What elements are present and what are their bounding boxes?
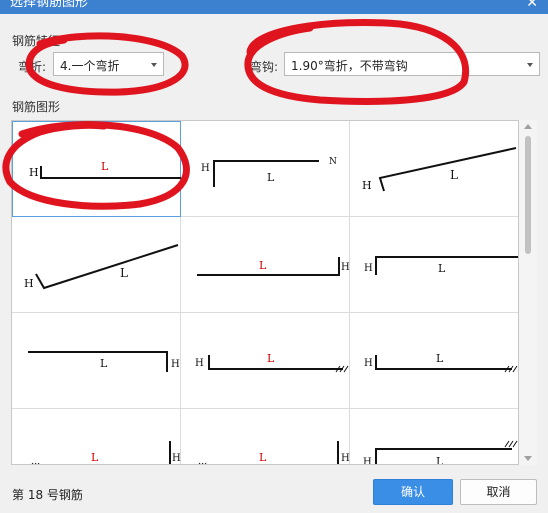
svg-text:H: H [364,358,373,369]
shape-cell[interactable]: H L [350,313,518,409]
rebar-shape-icon: H L [364,256,518,275]
hook-label: 弯钩: [250,60,279,74]
cancel-button[interactable]: 取消 [460,479,537,505]
shape-grid: H L H N L H L H L H L H L H L H L H L L … [11,120,519,465]
title-bar: 选择钢筋图形 ✕ [0,0,548,14]
rebar-shape-icon: H L [29,160,181,179]
shape-cell[interactable]: H L [350,217,518,313]
chevron-down-icon [527,63,533,67]
svg-text:H: H [24,277,34,290]
shape-cell[interactable]: L H [181,409,350,464]
close-icon[interactable]: ✕ [526,0,538,12]
shape-cell[interactable]: H L [12,313,181,409]
svg-text:H: H [362,179,372,192]
svg-text:L: L [267,171,275,184]
svg-text:H: H [364,263,373,274]
status-text: 第 18 号钢筋 [12,488,83,502]
svg-text:L: L [120,266,128,280]
hook-select[interactable]: 1.90°弯折，不带弯钩 [284,52,540,76]
rebar-shape-icon: H L [28,351,180,372]
svg-text:H: H [172,453,181,464]
scrollbar-thumb[interactable] [525,136,531,254]
hook-select-value: 1.90°弯折，不带弯钩 [291,59,408,73]
shape-cell[interactable]: H L [350,121,518,217]
shape-cell[interactable]: H L [12,121,181,217]
rebar-shape-icon: H L [195,352,349,373]
shape-cell[interactable]: H L [350,409,518,465]
shape-cell[interactable]: H L [12,217,181,313]
rebar-shape-icon: H L [363,440,518,465]
svg-text:L: L [259,451,267,464]
svg-text:L: L [259,259,267,272]
svg-text:L: L [436,455,444,465]
svg-text:L: L [436,352,444,365]
svg-text:H: H [363,457,372,465]
rebar-shape-icon: H L [197,257,350,276]
window-title: 选择钢筋图形 [10,0,89,10]
svg-text:H: H [341,453,350,464]
confirm-button[interactable]: 确认 [373,479,453,505]
rebar-shape-icon: L H [198,441,350,464]
svg-text:H: H [29,166,39,179]
shapes-section-label: 钢筋图形 [12,100,61,114]
svg-text:L: L [450,168,458,182]
rebar-shape-icon: L H [31,441,181,464]
svg-text:N: N [329,157,337,167]
scroll-down-icon[interactable] [524,456,532,461]
rebar-shape-icon: H L [362,147,517,192]
bend-select-value: 4.一个弯折 [60,59,120,73]
shape-cell[interactable]: H L [181,313,350,409]
shape-cell[interactable]: L H [12,409,181,464]
svg-text:L: L [438,262,446,275]
svg-text:H: H [201,163,210,174]
rebar-shape-icon: H L [364,352,518,373]
svg-text:L: L [91,451,99,464]
bend-select[interactable]: 4.一个弯折 [53,52,164,76]
svg-text:H: H [171,359,180,370]
shape-cell[interactable]: H N L [181,121,350,217]
svg-text:L: L [101,160,109,173]
scroll-up-icon[interactable] [524,124,532,129]
chevron-down-icon [151,63,157,67]
svg-text:L: L [100,357,108,370]
rebar-shape-icon: H L [24,244,179,290]
svg-text:H: H [195,358,204,369]
svg-text:H: H [341,262,350,273]
features-section-label: 钢筋特征 [12,34,61,48]
svg-text:L: L [267,352,275,365]
shape-cell[interactable]: H L [181,217,350,313]
bend-label: 弯折: [18,60,47,74]
vertical-scrollbar[interactable] [519,120,537,465]
rebar-shape-icon: H N L [201,157,337,187]
